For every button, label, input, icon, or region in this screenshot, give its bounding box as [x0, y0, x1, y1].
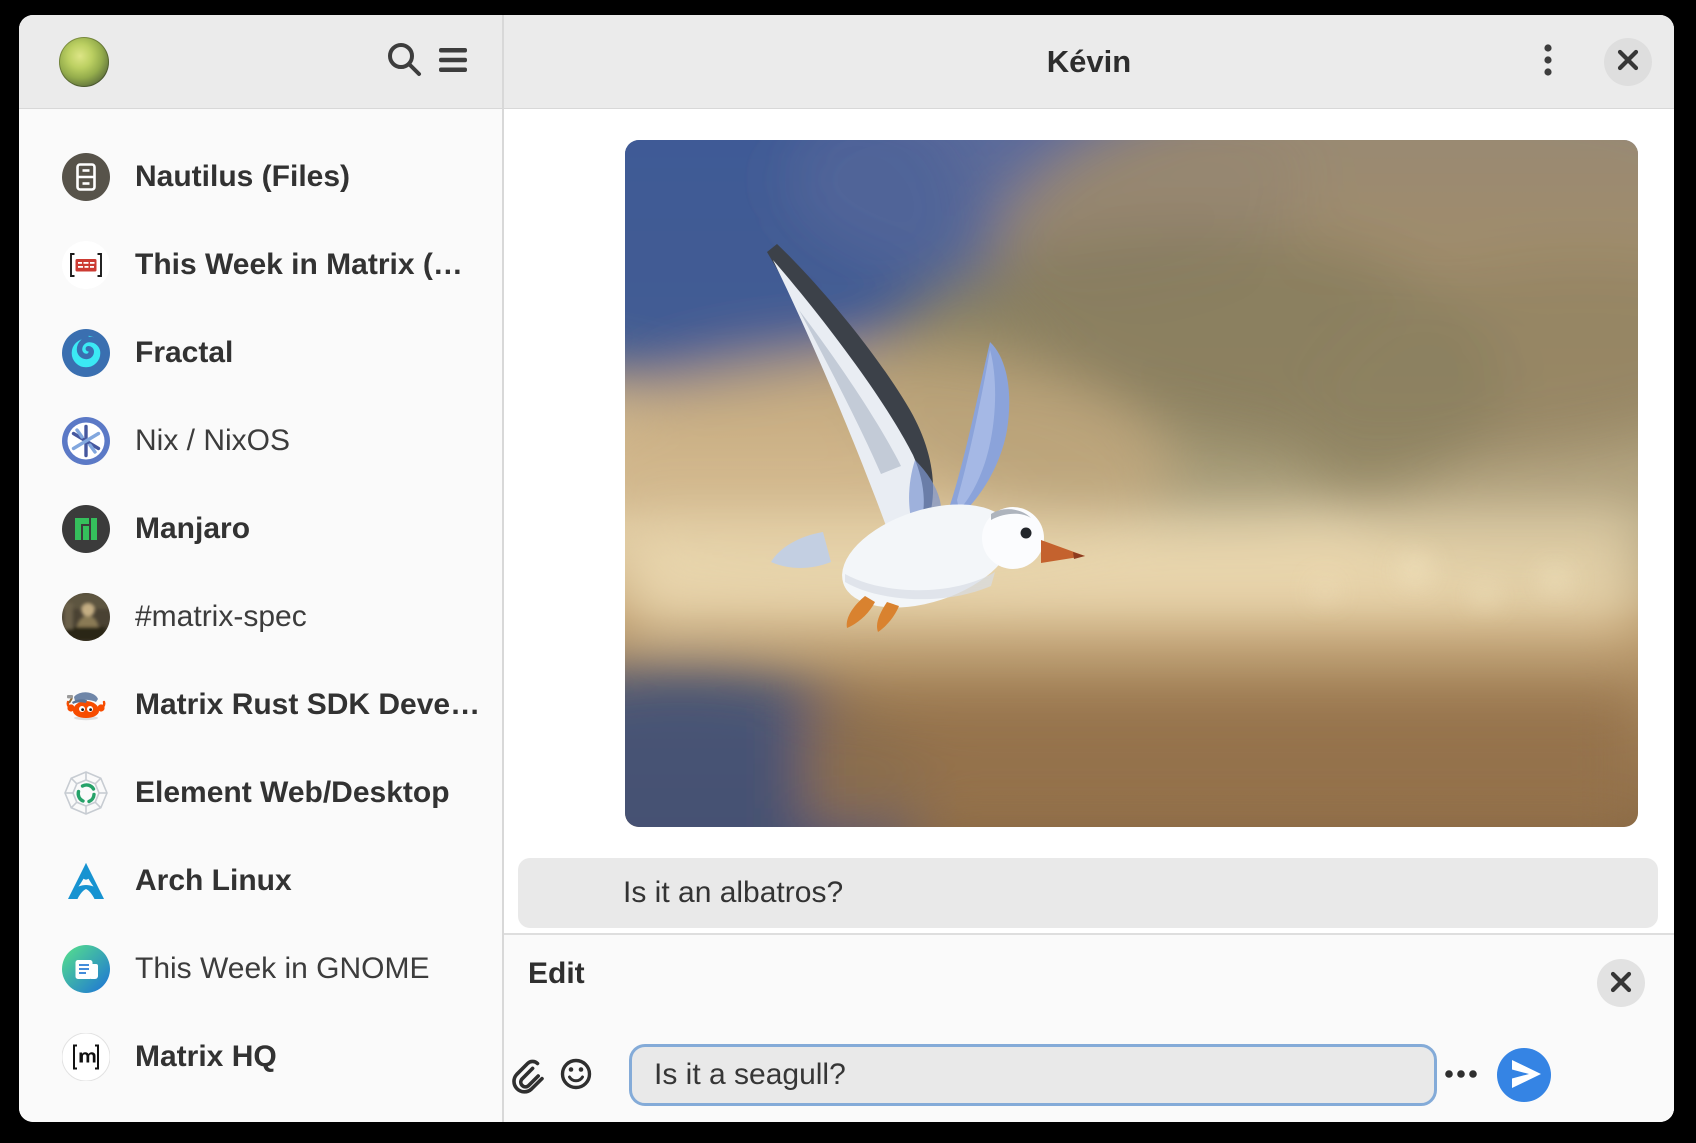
matrix-bracket-m-icon	[62, 1033, 110, 1081]
room-menu-button[interactable]	[1524, 38, 1572, 86]
room-item-twim[interactable]: This Week in Matrix (…	[19, 221, 502, 309]
edit-panel: Edit	[504, 935, 1674, 1122]
room-name-label: Element Web/Desktop	[135, 776, 450, 810]
room-item-arch[interactable]: Arch Linux	[19, 837, 502, 925]
manjaro-logo-icon	[62, 505, 110, 553]
room-item-matrixspec[interactable]: #matrix-spec	[19, 573, 502, 661]
search-button[interactable]	[381, 38, 429, 86]
send-paper-plane-icon	[1497, 1047, 1551, 1104]
smiley-face-icon	[552, 1050, 600, 1101]
edit-mode-label: Edit	[528, 957, 585, 991]
room-item-twig[interactable]: This Week in GNOME	[19, 925, 502, 1013]
fractal-window: Kévin Nautilus (Files)	[19, 15, 1674, 1122]
room-item-element[interactable]: Element Web/Desktop	[19, 749, 502, 837]
close-icon	[1604, 36, 1652, 87]
message-list: Is it an albatros?	[504, 109, 1674, 933]
room-headerbar: Kévin	[504, 15, 1674, 109]
message-input[interactable]	[629, 1044, 1437, 1106]
main-menu-button[interactable]	[429, 38, 477, 86]
kebab-menu-icon	[1524, 36, 1572, 87]
ellipsis-icon	[1437, 1050, 1485, 1101]
window-close-button[interactable]	[1604, 38, 1652, 86]
arch-linux-icon	[62, 857, 110, 905]
room-name-label: Matrix HQ	[135, 1040, 277, 1074]
twig-newspaper-icon	[62, 945, 110, 993]
room-item-nautilus[interactable]: Nautilus (Files)	[19, 133, 502, 221]
room-name-label: This Week in Matrix (…	[135, 248, 463, 282]
room-list: Nautilus (Files) This Week in Matrix (… …	[19, 109, 502, 1122]
room-item-manjaro[interactable]: Manjaro	[19, 485, 502, 573]
room-name-label: #matrix-spec	[135, 600, 307, 634]
sidebar-headerbar	[19, 15, 502, 109]
room-name-label: Nix / NixOS	[135, 424, 290, 458]
room-name-label: This Week in GNOME	[135, 952, 430, 986]
ferris-crab-icon	[62, 681, 110, 729]
room-item-matrixhq[interactable]: Matrix HQ	[19, 1013, 502, 1101]
room-history: Is it an albatros? Edit	[504, 109, 1674, 1122]
fractal-spiral-icon	[62, 329, 110, 377]
account-avatar[interactable]	[59, 37, 109, 87]
image-message-seagull-photo[interactable]	[625, 140, 1638, 827]
paperclip-icon	[504, 1050, 552, 1101]
close-icon	[1597, 958, 1645, 1009]
attach-file-button[interactable]	[504, 1051, 552, 1099]
room-name-label: Manjaro	[135, 512, 250, 546]
file-cabinet-icon	[62, 153, 110, 201]
room-name-label: Matrix Rust SDK Deve…	[135, 688, 480, 722]
room-title: Kévin	[504, 44, 1674, 80]
room-name-label: Nautilus (Files)	[135, 160, 350, 194]
search-icon	[381, 36, 429, 87]
message-bubble-highlighted: Is it an albatros?	[518, 858, 1658, 928]
insert-emoji-button[interactable]	[552, 1051, 600, 1099]
twim-logo-icon	[62, 241, 110, 289]
hamburger-menu-icon	[429, 36, 477, 87]
room-name-label: Fractal	[135, 336, 233, 370]
send-message-button[interactable]	[1497, 1048, 1551, 1102]
room-name-label: Arch Linux	[135, 864, 292, 898]
room-item-fractal[interactable]: Fractal	[19, 309, 502, 397]
room-item-rustsdk[interactable]: Matrix Rust SDK Deve…	[19, 661, 502, 749]
nix-snowflake-icon	[62, 417, 110, 465]
composer-row	[504, 1044, 1674, 1106]
cancel-edit-button[interactable]	[1597, 959, 1645, 1007]
more-options-button[interactable]	[1437, 1051, 1485, 1099]
person-photo-avatar	[62, 593, 110, 641]
element-web-icon	[62, 769, 110, 817]
message-text: Is it an albatros?	[623, 876, 843, 910]
room-item-nix[interactable]: Nix / NixOS	[19, 397, 502, 485]
